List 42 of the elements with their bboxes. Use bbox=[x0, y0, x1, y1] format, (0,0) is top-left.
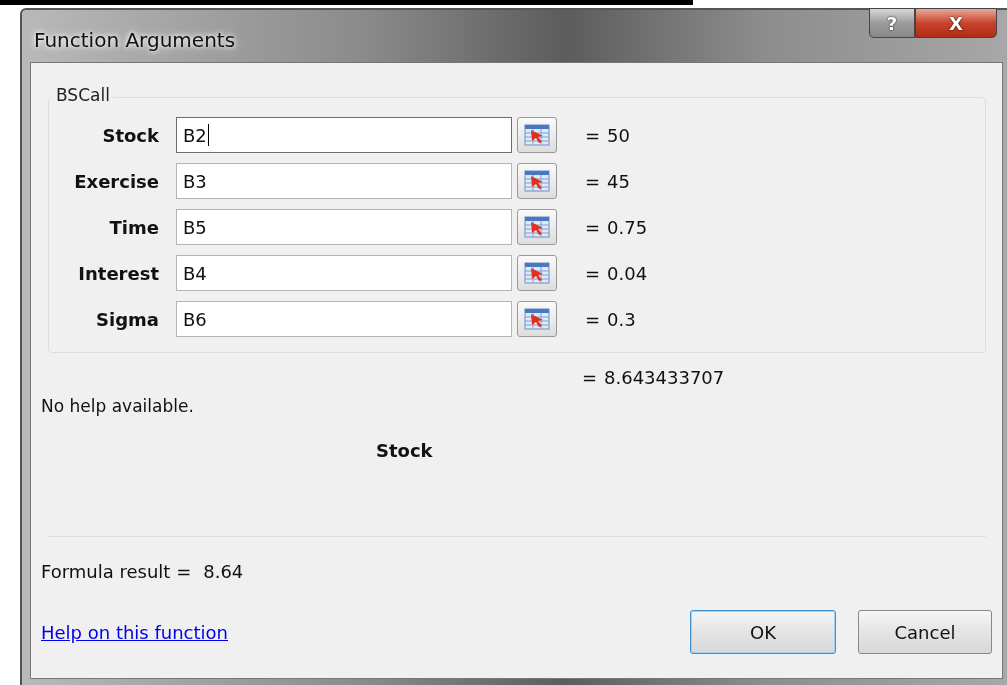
equals-sign: = bbox=[585, 308, 602, 330]
argument-result: 50 bbox=[607, 124, 630, 146]
ok-button[interactable]: OK bbox=[690, 610, 836, 654]
cancel-button[interactable]: Cancel bbox=[858, 610, 992, 654]
help-link[interactable]: Help on this function bbox=[41, 621, 228, 643]
formula-result-value: 8.64 bbox=[203, 561, 244, 582]
equals-sign: = bbox=[585, 124, 602, 146]
collapse-dialog-button[interactable] bbox=[517, 117, 557, 153]
argument-label: Time bbox=[108, 216, 159, 238]
argument-label: Stock bbox=[101, 124, 159, 146]
argument-result: 0.75 bbox=[607, 216, 648, 238]
equals-sign: = bbox=[585, 262, 602, 284]
close-button[interactable]: X bbox=[915, 8, 997, 38]
equals-sign: = bbox=[585, 170, 602, 192]
function-description: No help available. bbox=[41, 396, 195, 416]
cell-reference-icon bbox=[524, 216, 550, 238]
cell-reference-icon bbox=[524, 170, 550, 192]
window-title: Function Arguments bbox=[34, 28, 236, 52]
argument-field[interactable]: B3 bbox=[176, 163, 512, 199]
argument-field[interactable]: B6 bbox=[176, 301, 512, 337]
argument-field[interactable]: B5 bbox=[176, 209, 512, 245]
argument-result: 0.3 bbox=[607, 308, 636, 330]
argument-field[interactable]: B2 bbox=[176, 117, 512, 153]
equals-sign: = bbox=[582, 367, 599, 388]
argument-result: 0.04 bbox=[607, 262, 648, 284]
collapse-dialog-button[interactable] bbox=[517, 163, 557, 199]
cell-reference-icon bbox=[524, 308, 550, 330]
argument-label: Interest bbox=[77, 262, 159, 284]
argument-field[interactable]: B4 bbox=[176, 255, 512, 291]
cell-reference-icon bbox=[524, 262, 550, 284]
argument-label: Sigma bbox=[95, 308, 159, 330]
function-result: 8.643433707 bbox=[604, 367, 725, 388]
collapse-dialog-button[interactable] bbox=[517, 301, 557, 337]
equals-sign: = bbox=[585, 216, 602, 238]
collapse-dialog-button[interactable] bbox=[517, 209, 557, 245]
argument-label: Exercise bbox=[73, 170, 159, 192]
text-cursor bbox=[207, 124, 209, 146]
formula-result-label: Formula result = bbox=[41, 561, 192, 582]
argument-help: Stock bbox=[376, 440, 434, 461]
argument-result: 45 bbox=[607, 170, 630, 192]
cell-reference-icon bbox=[524, 124, 550, 146]
collapse-dialog-button[interactable] bbox=[517, 255, 557, 291]
